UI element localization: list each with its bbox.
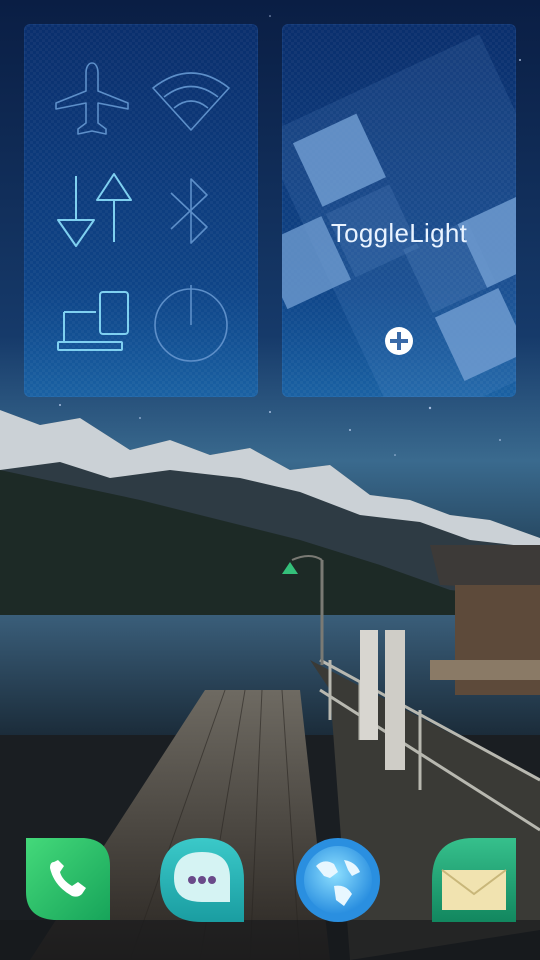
app-tile-panel[interactable]: ToggleLight	[282, 24, 516, 397]
messages-icon[interactable]	[158, 836, 246, 924]
toggle-mobile-data[interactable]	[47, 166, 137, 256]
add-icon[interactable]	[383, 325, 415, 357]
wifi-icon	[152, 72, 230, 131]
phone-icon[interactable]	[24, 836, 112, 924]
mail-icon[interactable]	[430, 836, 518, 924]
bluetooth-icon	[170, 178, 208, 244]
airplane-icon	[55, 62, 129, 135]
globe-icon[interactable]	[294, 836, 382, 924]
toggle-flight-mode[interactable]	[47, 54, 137, 144]
toggle-wlan[interactable]	[146, 54, 236, 144]
toggle-power[interactable]	[146, 278, 236, 368]
toggle-bluetooth[interactable]	[146, 166, 236, 256]
usb-connection-icon	[57, 291, 129, 351]
mobile-data-icon	[57, 173, 132, 247]
quick-settings-panel	[24, 24, 258, 397]
toggle-usb-mode[interactable]	[47, 278, 137, 368]
app-tile-title: ToggleLight	[330, 218, 468, 248]
power-icon	[154, 285, 228, 362]
